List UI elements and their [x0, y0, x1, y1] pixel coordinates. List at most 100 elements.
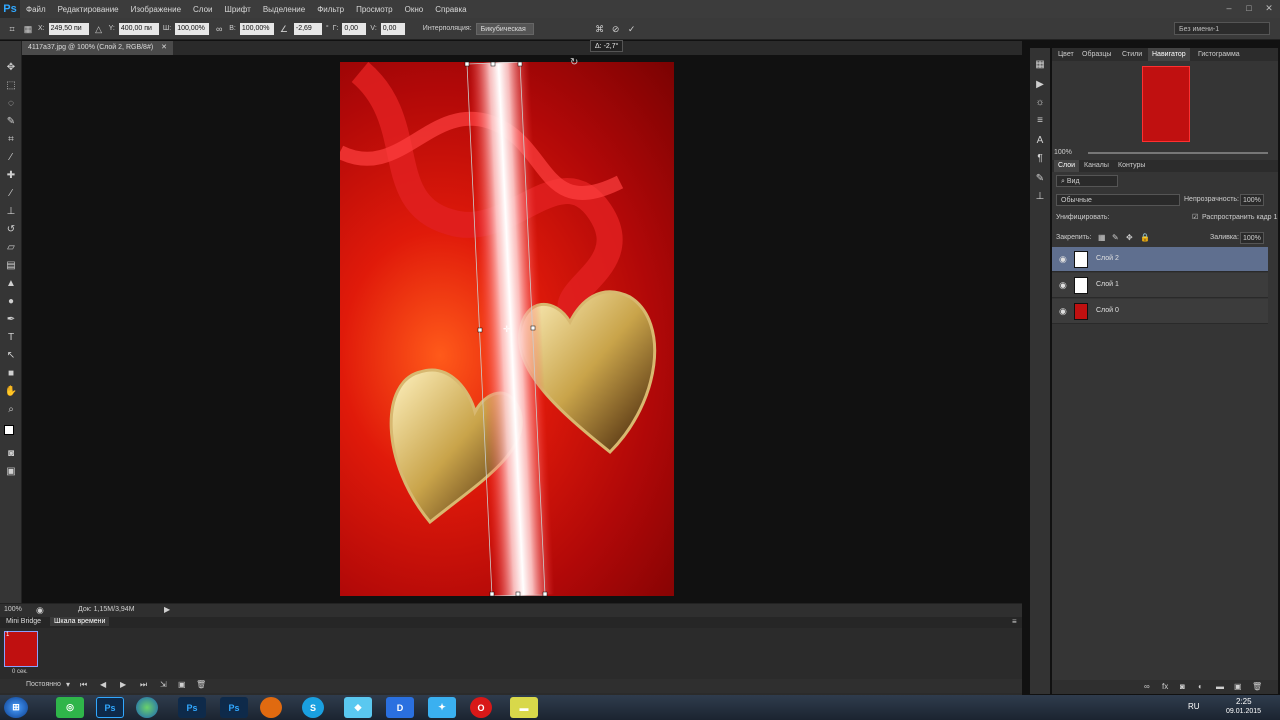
- link-layers-icon[interactable]: ∞: [1144, 682, 1150, 691]
- delete-frame-icon[interactable]: 🗑: [196, 680, 206, 689]
- minimize-button[interactable]: –: [1222, 2, 1236, 14]
- document-tab[interactable]: 4117a37.jpg @ 100% (Слой 2, RGB/8#) ✕: [22, 41, 174, 55]
- crop-tool-icon[interactable]: ⌗: [4, 133, 18, 147]
- lock-transparency-icon[interactable]: ▦: [1098, 233, 1106, 242]
- brush-tool-icon[interactable]: ∕: [4, 187, 18, 201]
- history-brush-tool-icon[interactable]: ↺: [4, 223, 18, 237]
- type-tool-icon[interactable]: T: [4, 331, 18, 345]
- clock-date[interactable]: 09.01.2015: [1226, 708, 1261, 715]
- eye-icon[interactable]: ◉: [1059, 281, 1067, 290]
- move-tool-icon[interactable]: ✥: [4, 61, 18, 75]
- eraser-tool-icon[interactable]: ▱: [4, 241, 18, 255]
- delete-layer-icon[interactable]: 🗑: [1252, 682, 1262, 691]
- close-button[interactable]: ✕: [1262, 2, 1276, 14]
- menu-select[interactable]: Выделение: [257, 5, 311, 14]
- play-icon[interactable]: ▶: [120, 680, 126, 689]
- menu-filter[interactable]: Фильтр: [311, 5, 350, 14]
- menu-image[interactable]: Изображение: [125, 5, 187, 14]
- cancel-transform-icon[interactable]: ⊘: [610, 23, 622, 35]
- angle-field[interactable]: -2,69: [293, 22, 322, 35]
- firefox-icon[interactable]: [260, 697, 282, 718]
- paragraph-panel-icon[interactable]: ¶: [1033, 152, 1047, 166]
- clock-time[interactable]: 2:25: [1236, 697, 1252, 706]
- fill-field[interactable]: 100%: [1240, 232, 1264, 244]
- layer-row[interactable]: ◉ Слой 2: [1052, 247, 1268, 272]
- hand-tool-icon[interactable]: ✋: [4, 385, 18, 399]
- width-field[interactable]: 100,00%: [175, 22, 210, 35]
- status-menu-arrow-icon[interactable]: ▶: [164, 605, 170, 614]
- commit-transform-icon[interactable]: ✓: [626, 23, 638, 35]
- layer-row[interactable]: ◉ Слой 0: [1052, 299, 1268, 324]
- fx-icon[interactable]: fx: [1162, 682, 1168, 691]
- new-group-icon[interactable]: ▬: [1216, 682, 1224, 691]
- lasso-tool-icon[interactable]: ◌: [4, 97, 18, 111]
- taskbar-app-icon[interactable]: ◎: [56, 697, 84, 718]
- healing-tool-icon[interactable]: ✚: [4, 169, 18, 183]
- tab-color[interactable]: Цвет: [1054, 48, 1078, 61]
- quick-mask-icon[interactable]: ◙: [4, 447, 18, 461]
- menu-edit[interactable]: Редактирование: [52, 5, 125, 14]
- tab-paths[interactable]: Контуры: [1114, 160, 1149, 172]
- loop-dropdown[interactable]: Постоянно: [26, 681, 61, 688]
- duplicate-frame-icon[interactable]: ▣: [178, 680, 186, 689]
- menu-help[interactable]: Справка: [429, 5, 472, 14]
- navigator-zoom-slider[interactable]: [1088, 152, 1268, 154]
- stamp-tool-icon[interactable]: ⊥: [4, 205, 18, 219]
- quick-select-tool-icon[interactable]: ✎: [4, 115, 18, 129]
- panel-menu-icon[interactable]: ≡: [1012, 617, 1017, 626]
- blend-mode-dropdown[interactable]: Обычные: [1056, 194, 1180, 206]
- taskbar-app-icon[interactable]: ▬: [510, 697, 538, 718]
- menu-window[interactable]: Окно: [399, 5, 430, 14]
- shape-tool-icon[interactable]: ■: [4, 367, 18, 381]
- interpolation-dropdown[interactable]: Бикубическая: [475, 22, 534, 35]
- first-frame-icon[interactable]: ⏮: [80, 680, 87, 690]
- taskbar-photoshop-icon[interactable]: Ps: [96, 697, 124, 718]
- y-field[interactable]: 400,00 пи: [118, 22, 159, 35]
- prev-frame-icon[interactable]: ◀: [100, 680, 106, 689]
- taskbar-app-icon[interactable]: D: [386, 697, 414, 718]
- taskbar-app-icon[interactable]: ◆: [344, 697, 372, 718]
- properties-panel-icon[interactable]: ≡: [1033, 114, 1047, 128]
- tween-icon[interactable]: ⇲: [160, 680, 167, 689]
- layer-row[interactable]: ◉ Слой 1: [1052, 273, 1268, 298]
- clone-source-panel-icon[interactable]: ⊥: [1033, 190, 1047, 204]
- character-panel-icon[interactable]: A: [1033, 134, 1047, 148]
- frame-delay[interactable]: 0 сек.: [12, 669, 28, 675]
- workspace-dropdown[interactable]: Без имени-1: [1174, 22, 1270, 35]
- marquee-tool-icon[interactable]: ⬚: [4, 79, 18, 93]
- lock-move-icon[interactable]: ✥: [1126, 233, 1133, 242]
- vskew-field[interactable]: 0,00: [380, 22, 405, 35]
- blur-tool-icon[interactable]: ▲: [4, 277, 18, 291]
- navigator-thumbnail[interactable]: [1142, 66, 1190, 142]
- menu-view[interactable]: Просмотр: [350, 5, 399, 14]
- gradient-tool-icon[interactable]: ▤: [4, 259, 18, 273]
- maximize-button[interactable]: □: [1242, 2, 1256, 14]
- eye-icon[interactable]: ◉: [1059, 307, 1067, 316]
- pen-tool-icon[interactable]: ✒: [4, 313, 18, 327]
- adjustment-layer-icon[interactable]: ◐: [1198, 682, 1203, 691]
- lock-paint-icon[interactable]: ✎: [1112, 233, 1119, 242]
- zoom-tool-icon[interactable]: ⌕: [4, 403, 18, 417]
- adjustments-panel-icon[interactable]: ☼: [1033, 96, 1047, 110]
- hskew-field[interactable]: 0,00: [342, 22, 367, 35]
- menu-type[interactable]: Шрифт: [218, 5, 256, 14]
- taskbar-photoshop-icon[interactable]: Ps: [220, 697, 248, 718]
- tab-swatches[interactable]: Образцы: [1078, 48, 1115, 61]
- dodge-tool-icon[interactable]: ●: [4, 295, 18, 309]
- menu-file[interactable]: Файл: [20, 5, 52, 14]
- document-canvas[interactable]: ✛: [340, 62, 674, 596]
- eyedropper-tool-icon[interactable]: ⁄: [4, 151, 18, 165]
- menu-layers[interactable]: Слои: [187, 5, 218, 14]
- tab-layers[interactable]: Слои: [1054, 160, 1080, 172]
- loop-chevron-down-icon[interactable]: ▾: [66, 680, 70, 689]
- timeline-frame[interactable]: 1: [4, 631, 38, 667]
- actions-panel-icon[interactable]: ▶: [1033, 78, 1047, 92]
- tab-timeline[interactable]: Шкала времени: [50, 617, 110, 626]
- height-field[interactable]: 100,00%: [239, 22, 274, 35]
- tab-histogram[interactable]: Гистограмма: [1194, 48, 1244, 61]
- skype-icon[interactable]: S: [302, 697, 324, 718]
- screen-mode-icon[interactable]: ▣: [4, 465, 18, 479]
- taskbar-browser-icon[interactable]: [136, 697, 158, 718]
- reference-point-icon[interactable]: ▦: [22, 23, 34, 35]
- history-panel-icon[interactable]: ▦: [1033, 58, 1047, 72]
